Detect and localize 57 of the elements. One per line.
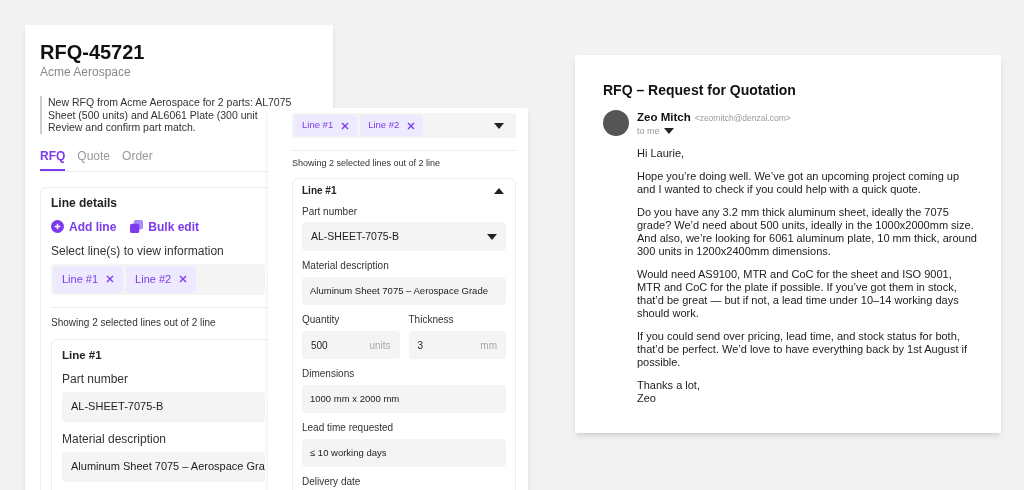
line-chip[interactable]: Line #2	[360, 115, 424, 136]
input-field[interactable]: AL-SHEET-7075-B	[62, 391, 265, 422]
sender-name: Zeo Mitch	[637, 110, 691, 125]
close-icon[interactable]	[341, 121, 350, 130]
field-label: Lead time requested	[302, 422, 395, 434]
line-chip[interactable]: Line #1	[294, 115, 358, 136]
avatar	[603, 110, 629, 136]
field-label: Thickness	[408, 314, 455, 326]
input-field[interactable]: ≤ 10 working days	[302, 439, 506, 467]
caret-up-icon	[494, 188, 504, 194]
field-label: Quantity	[302, 314, 341, 326]
line-select-field[interactable]: Line #1 Line #2	[292, 113, 516, 138]
line-chip[interactable]: Line #1	[53, 265, 124, 293]
caret-down-icon	[494, 122, 504, 129]
tab[interactable]: Quote	[77, 148, 111, 171]
input-field[interactable]: Aluminum Sheet 7075 – Aerospace Grade	[302, 277, 506, 305]
close-icon[interactable]	[179, 275, 188, 283]
action-link[interactable]: Bulk edit	[130, 219, 199, 234]
collapse-toggle[interactable]	[492, 186, 506, 196]
email-paragraph: If you could send over pricing, lead time, and stock status for both, that’d be perfect. We’d love to have everything back by 1st August if possible.	[637, 330, 968, 369]
email-signoff: Thanks a lot, Zeo	[637, 379, 701, 405]
input-field[interactable]: Aluminum Sheet 7075 – Aerospace Gra	[62, 451, 265, 482]
plus-circle-icon	[51, 220, 64, 233]
input-field[interactable]: 3 mm	[408, 331, 506, 359]
stacked-squares-icon	[130, 220, 144, 233]
tab[interactable]: Order	[122, 148, 153, 171]
field-label: Part number	[62, 371, 130, 386]
company-name: Acme Aerospace	[40, 65, 132, 79]
line-chip[interactable]: Line #2	[126, 265, 197, 293]
email-paragraph: Would need AS9100, MTR and CoC for the sheet and ISO 9001, MTR and CoC for the plate if possible. If you’ve got them in stock, that’d be great — but if not, a lead time under 10–14 working days should work.	[637, 268, 960, 320]
caret-down-icon	[663, 128, 674, 134]
selection-summary: Showing 2 selected lines out of 2 line	[292, 157, 442, 169]
field-label: Part number	[302, 206, 359, 218]
field-label: Material description	[62, 431, 168, 446]
input-field[interactable]: 1000 mm x 2000 mm	[302, 385, 506, 413]
email-greeting: Hi Laurie,	[637, 147, 686, 160]
line-title: Line #1	[302, 185, 337, 197]
rfq-title: RFQ-45721	[40, 40, 146, 65]
section-title: Line details	[51, 195, 119, 210]
sender-email: <zeomitch@denzal.com>	[694, 112, 791, 125]
input-field[interactable]: 500 units	[302, 331, 400, 359]
field-label: Dimensions	[302, 368, 356, 380]
line-title: Line #1	[62, 347, 103, 362]
email-subject: RFQ – Request for Quotation	[603, 81, 797, 99]
field-label: Delivery date	[302, 476, 362, 488]
caret-down-icon	[487, 233, 497, 240]
email-paragraph: Do you have any 3.2 mm thick aluminum sheet, ideally the 7075 grade? We’d need about 500 units, ideally in the 1000x2000mm size. And also, we’re looking for 6061 aluminum plate, 10 mm thick, around 300 units in 1200x2400mm dimensions.	[637, 206, 978, 258]
action-link[interactable]: Add line	[51, 219, 117, 234]
field-label: Material description	[302, 260, 390, 272]
close-icon[interactable]	[407, 121, 416, 130]
tab[interactable]: RFQ	[40, 148, 66, 171]
line-select-field[interactable]: Line #1 Line #2	[51, 263, 265, 295]
close-icon[interactable]	[106, 275, 115, 283]
select-field[interactable]: AL-SHEET-7075-B	[302, 222, 506, 251]
recipient-dropdown[interactable]: to me	[637, 125, 674, 137]
field-label: Select line(s) to view information	[51, 243, 225, 258]
email-paragraph: Hope you’re doing well. We’ve got an upcoming project coming up and I wanted to check if you could help with a quick quote.	[637, 170, 961, 196]
